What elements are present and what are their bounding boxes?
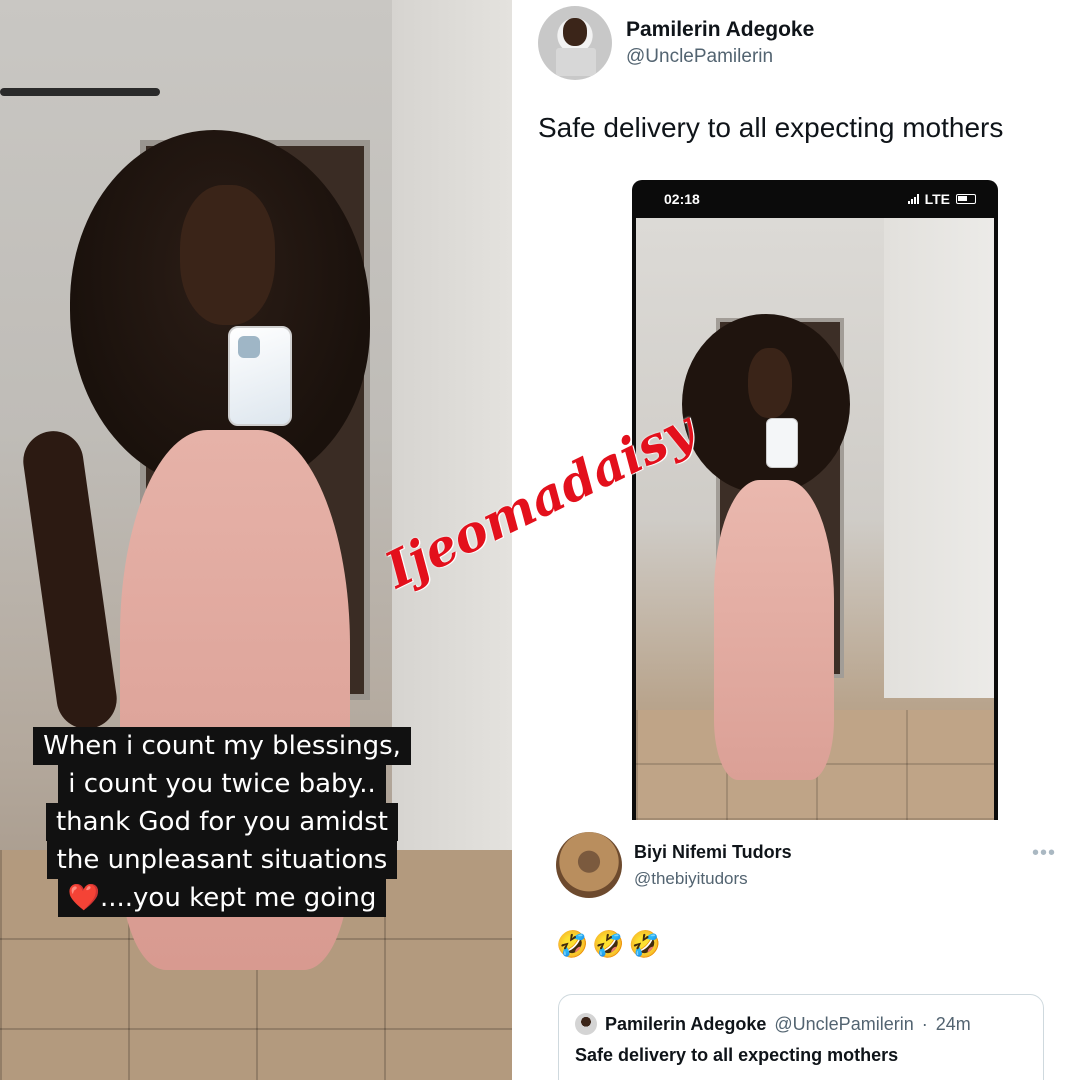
reply-author-name[interactable]: Biyi Nifemi Tudors (634, 842, 792, 863)
caption-line: i count you twice baby.. (58, 765, 386, 803)
quote-author-name: Pamilerin Adegoke (605, 1013, 767, 1034)
quote-header: Pamilerin Adegoke @UnclePamilerin · 24m (575, 1013, 1027, 1035)
heart-icon: ❤️ (67, 883, 100, 913)
quote-text: Safe delivery to all expecting mothers (575, 1045, 899, 1065)
quote-time: 24m (935, 1013, 971, 1034)
author-name[interactable]: Pamilerin Adegoke (626, 18, 814, 42)
caption-line-last: ❤️....you kept me going (57, 879, 387, 917)
quote-separator: · (921, 1013, 928, 1034)
reply-author-block: Biyi Nifemi Tudors @thebiyitudors (634, 842, 792, 889)
avatar (575, 1013, 597, 1035)
status-icons: LTE (907, 191, 976, 207)
screenshot-photo: When i count my blessings, i count you t… (636, 218, 994, 820)
wall (884, 218, 994, 698)
reply-header: Biyi Nifemi Tudors @thebiyitudors (556, 832, 1056, 898)
caption-line-text: ....you kept me going (99, 883, 377, 913)
attached-screenshot[interactable]: 02:18 LTE When i count my blessings, i c… (632, 180, 998, 820)
caption-line: When i count my blessings, (33, 727, 411, 765)
author-handle[interactable]: @UnclePamilerin (626, 46, 814, 68)
person-face (180, 185, 275, 325)
quote-author-handle: @UnclePamilerin (774, 1013, 914, 1034)
phone-in-hand (228, 326, 292, 426)
tweet-panel: Pamilerin Adegoke @UnclePamilerin Safe d… (512, 0, 1080, 1080)
story-caption: When i count my blessings, i count you t… (12, 727, 432, 917)
caption-line: the unpleasant situations (46, 841, 398, 879)
avatar[interactable] (556, 832, 622, 898)
quoted-tweet-card[interactable]: Pamilerin Adegoke @UnclePamilerin · 24m Sa… (558, 994, 1044, 1080)
phone-status-bar: 02:18 LTE (632, 180, 998, 218)
signal-icon (907, 194, 919, 204)
tweet-text: Safe delivery to all expecting mothers (538, 112, 1004, 143)
network-label: LTE (924, 191, 950, 207)
tweet-header: Pamilerin Adegoke @UnclePamilerin (538, 6, 814, 80)
person-face (748, 348, 792, 418)
reply-tweet[interactable]: Biyi Nifemi Tudors @thebiyitudors ••• 🤣🤣… (556, 832, 1056, 960)
curtain-rod (0, 88, 160, 96)
reply-emojis: 🤣🤣🤣 (556, 930, 666, 960)
avatar-head (563, 18, 587, 46)
pink-dress (714, 480, 834, 780)
caption-line: thank God for you amidst (45, 803, 398, 841)
more-horizontal-icon[interactable]: ••• (1032, 842, 1056, 865)
phone-in-hand (766, 418, 798, 468)
status-time: 02:18 (664, 191, 700, 207)
person-arm (19, 427, 121, 733)
avatar[interactable] (538, 6, 612, 80)
reply-author-handle[interactable]: @thebiyitudors (634, 869, 792, 889)
battery-icon (956, 194, 976, 204)
laptop-icon (556, 48, 596, 76)
author-block: Pamilerin Adegoke @UnclePamilerin (626, 18, 814, 68)
